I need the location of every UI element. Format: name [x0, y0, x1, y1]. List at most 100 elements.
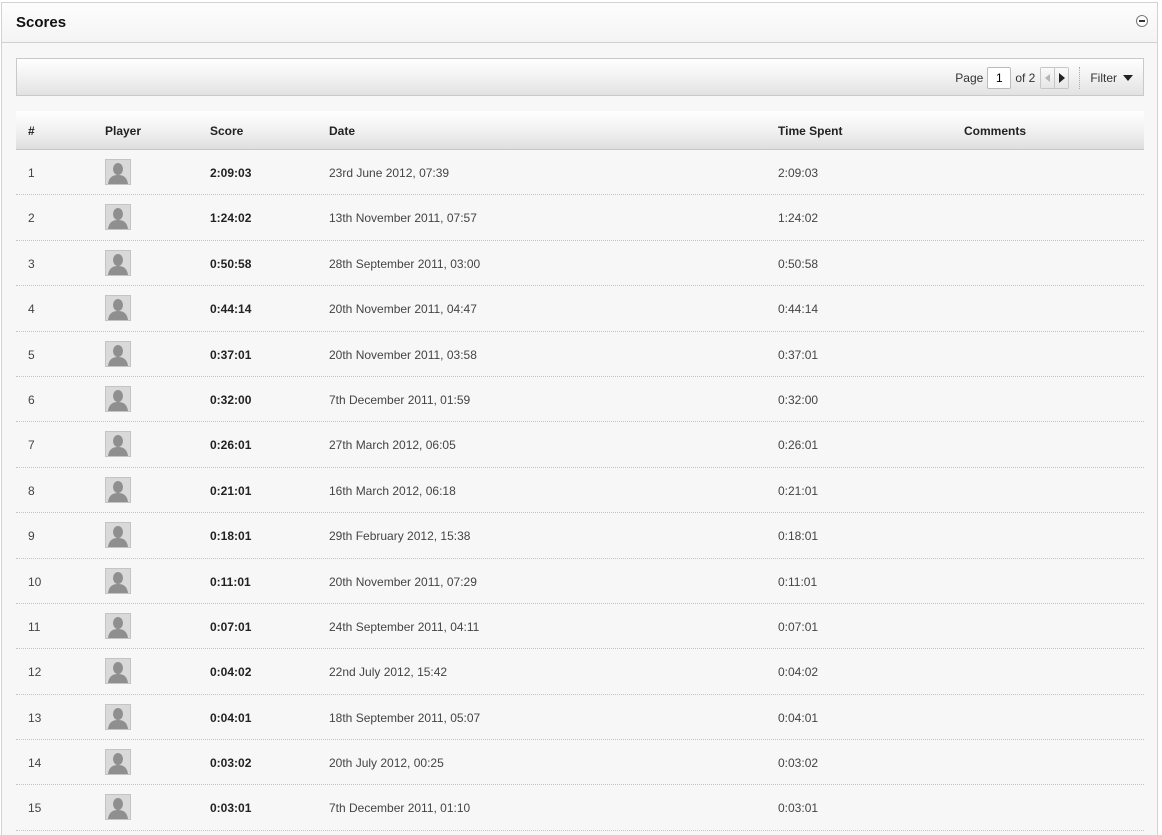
score-cell: 0:26:01 [210, 438, 252, 453]
triangle-down-icon [1123, 75, 1133, 81]
date-cell: 23rd June 2012, 07:39 [329, 166, 450, 180]
user-silhouette-icon [106, 568, 130, 593]
table-row: 13 0:04:01 18th September 2011, 05:07 0:… [16, 695, 1144, 741]
date-cell: 27th March 2012, 06:05 [329, 438, 456, 453]
page-nav [1040, 67, 1070, 89]
column-header-player[interactable]: Player [105, 124, 141, 138]
user-silhouette-icon [106, 659, 130, 684]
score-cell: 0:03:02 [210, 756, 252, 771]
scores-panel: Scores Page of 2 Filter # Player Score D… [1, 2, 1158, 835]
collapse-icon[interactable] [1136, 15, 1148, 27]
time-spent-cell: 0:26:01 [778, 438, 819, 453]
score-cell: 0:04:02 [210, 665, 252, 680]
user-silhouette-icon [106, 386, 130, 411]
rank-cell: 13 [28, 710, 42, 725]
rank-cell: 8 [28, 483, 35, 498]
table-header: # Player Score Date Time Spent Comments [16, 111, 1144, 150]
date-cell: 24th September 2011, 04:11 [329, 619, 480, 634]
user-silhouette-icon [106, 704, 130, 729]
panel-header: Scores [2, 3, 1157, 43]
time-spent-cell: 0:03:01 [778, 801, 819, 816]
time-spent-cell: 2:09:03 [778, 166, 819, 180]
score-cell: 0:18:01 [210, 529, 252, 544]
user-silhouette-icon [106, 341, 130, 366]
time-spent-cell: 0:07:01 [778, 619, 819, 634]
rank-cell: 2 [28, 211, 35, 226]
time-spent-cell: 0:21:01 [778, 483, 819, 498]
column-header-time-spent[interactable]: Time Spent [778, 124, 842, 138]
table-row: 10 0:11:01 20th November 2011, 07:29 0:1… [16, 559, 1144, 604]
triangle-right-icon [1058, 73, 1065, 83]
page-count-label: of 2 [1015, 71, 1036, 85]
time-spent-cell: 0:04:02 [778, 665, 819, 680]
date-cell: 16th March 2012, 06:18 [329, 483, 456, 498]
user-silhouette-icon [106, 613, 130, 638]
player-avatar[interactable] [105, 749, 131, 776]
user-silhouette-icon [106, 432, 130, 457]
score-cell: 0:50:58 [210, 256, 252, 271]
player-avatar[interactable] [105, 204, 131, 231]
page-label: Page [955, 71, 984, 85]
time-spent-cell: 0:03:02 [778, 756, 819, 771]
score-cell: 0:03:01 [210, 801, 252, 816]
filter-button[interactable]: Filter [1090, 71, 1133, 85]
page-number-input[interactable] [987, 67, 1012, 89]
date-cell: 7th December 2011, 01:10 [329, 801, 471, 816]
player-avatar[interactable] [105, 295, 131, 322]
table-row: 4 0:44:14 20th November 2011, 04:47 0:44… [16, 286, 1144, 332]
rank-cell: 3 [28, 256, 35, 271]
table-row: 14 0:03:02 20th July 2012, 00:25 0:03:02 [16, 740, 1144, 786]
pager: Page of 2 Filter [955, 66, 1133, 90]
player-avatar[interactable] [105, 567, 131, 594]
user-silhouette-icon [106, 250, 130, 275]
time-spent-cell: 1:24:02 [778, 211, 819, 226]
player-avatar[interactable] [105, 476, 131, 503]
table-row: 2 1:24:02 13th November 2011, 07:57 1:24… [16, 195, 1144, 241]
time-spent-cell: 0:04:01 [778, 710, 819, 725]
panel-title: Scores [16, 14, 67, 31]
date-cell: 13th November 2011, 07:57 [329, 211, 477, 226]
player-avatar[interactable] [105, 249, 131, 276]
table-row: 11 0:07:01 24th September 2011, 04:11 0:… [16, 604, 1144, 650]
prev-page-button[interactable] [1041, 68, 1055, 88]
date-cell: 7th December 2011, 01:59 [329, 392, 471, 407]
column-header-score[interactable]: Score [210, 124, 243, 138]
score-cell: 1:24:02 [210, 211, 252, 226]
time-spent-cell: 0:11:01 [778, 574, 818, 589]
player-avatar[interactable] [105, 794, 131, 821]
score-cell: 2:09:03 [210, 166, 252, 180]
score-cell: 0:07:01 [210, 619, 252, 634]
date-cell: 29th February 2012, 15:38 [329, 529, 471, 544]
date-cell: 20th November 2011, 07:29 [329, 574, 477, 589]
rank-cell: 1 [28, 166, 35, 180]
score-cell: 0:21:01 [210, 483, 252, 498]
toolbar-divider [1079, 67, 1081, 89]
filter-label: Filter [1090, 71, 1117, 85]
player-avatar[interactable] [105, 703, 131, 730]
column-header-date[interactable]: Date [329, 124, 355, 138]
player-avatar[interactable] [105, 385, 131, 412]
player-avatar[interactable] [105, 159, 131, 185]
rank-cell: 11 [28, 619, 41, 634]
table-row: 3 0:50:58 28th September 2011, 03:00 0:5… [16, 241, 1144, 287]
date-cell: 28th September 2011, 03:00 [329, 256, 481, 271]
player-avatar[interactable] [105, 658, 131, 685]
score-cell: 0:44:14 [210, 302, 252, 317]
column-header-rank[interactable]: # [28, 124, 35, 138]
column-header-comments[interactable]: Comments [964, 124, 1026, 138]
rank-cell: 12 [28, 665, 42, 680]
user-silhouette-icon [106, 477, 130, 502]
rank-cell: 4 [28, 302, 35, 317]
user-silhouette-icon [106, 795, 130, 820]
player-avatar[interactable] [105, 612, 131, 639]
time-spent-cell: 0:18:01 [778, 529, 819, 544]
table-row: 7 0:26:01 27th March 2012, 06:05 0:26:01 [16, 422, 1144, 468]
next-page-button[interactable] [1054, 68, 1069, 88]
table-row: 6 0:32:00 7th December 2011, 01:59 0:32:… [16, 377, 1144, 423]
time-spent-cell: 0:37:01 [778, 347, 819, 362]
table-row: 9 0:18:01 29th February 2012, 15:38 0:18… [16, 513, 1144, 559]
player-avatar[interactable] [105, 522, 131, 549]
score-cell: 0:04:01 [210, 710, 252, 725]
player-avatar[interactable] [105, 340, 131, 367]
player-avatar[interactable] [105, 431, 131, 458]
